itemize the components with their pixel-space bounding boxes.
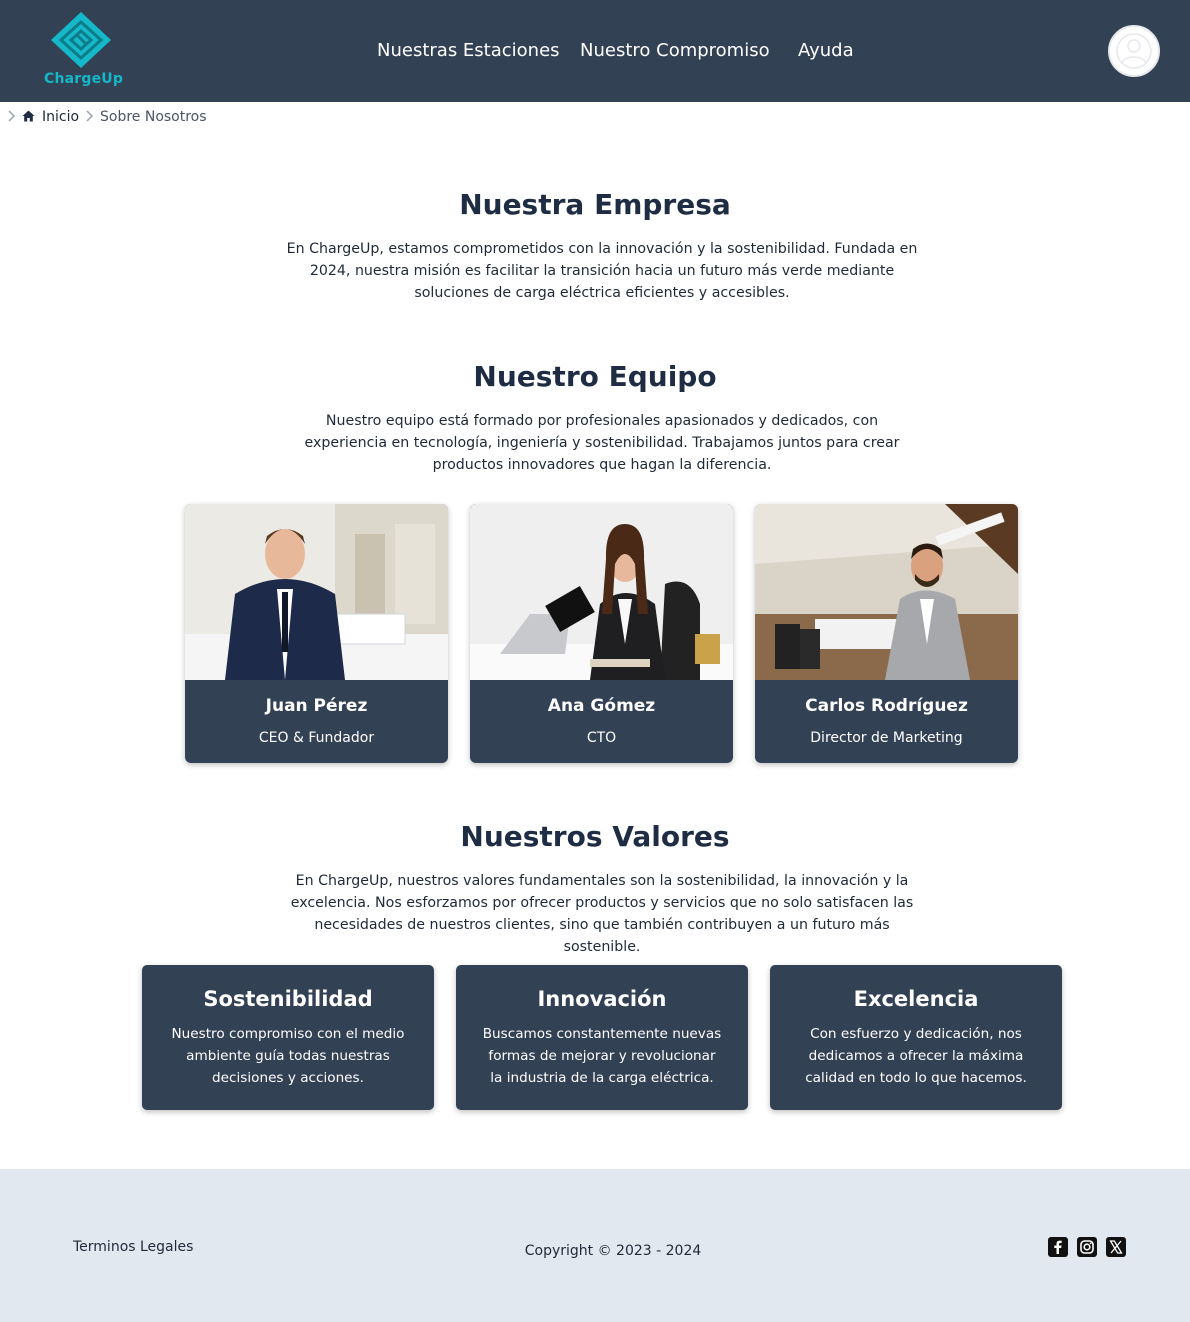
chevron-right-icon xyxy=(86,110,94,122)
value-card-excelencia: Excelencia Con esfuerzo y dedicación, no… xyxy=(770,965,1062,1110)
x-icon[interactable] xyxy=(1106,1237,1126,1257)
brand-name: ChargeUp xyxy=(44,71,124,87)
facebook-icon[interactable] xyxy=(1048,1237,1068,1257)
user-avatar-button[interactable] xyxy=(1108,25,1160,77)
home-icon[interactable] xyxy=(22,110,35,122)
team-card-juan: Juan Pérez CEO & Fundador xyxy=(185,504,448,763)
chargeup-logo-icon xyxy=(51,12,111,68)
value-text: Nuestro compromiso con el medio ambiente… xyxy=(171,1026,405,1086)
breadcrumb-current: Sobre Nosotros xyxy=(100,109,207,125)
value-title: Innovación xyxy=(537,987,667,1011)
team-text: Nuestro equipo está formado por profesio… xyxy=(304,413,900,473)
team-member-role: Director de Marketing xyxy=(810,730,963,746)
breadcrumb-home-link[interactable]: Inicio xyxy=(42,109,79,125)
team-card-ana: Ana Gómez CTO xyxy=(470,504,733,763)
user-icon xyxy=(1116,33,1152,69)
team-title: Nuestro Equipo xyxy=(473,360,717,393)
team-card-carlos: Carlos Rodríguez Director de Marketing xyxy=(755,504,1018,763)
team-member-role: CTO xyxy=(586,730,617,746)
company-text: En ChargeUp, estamos comprometidos con l… xyxy=(286,241,918,301)
team-photo-ana xyxy=(470,504,733,680)
team-photo-juan xyxy=(185,504,448,680)
company-title: Nuestra Empresa xyxy=(459,188,731,221)
nav-item-estaciones[interactable]: Nuestras Estaciones xyxy=(377,40,560,61)
instagram-icon[interactable] xyxy=(1077,1237,1097,1257)
team-member-name: Carlos Rodríguez xyxy=(805,696,968,716)
value-title: Excelencia xyxy=(853,987,979,1011)
nav-item-ayuda[interactable]: Ayuda xyxy=(798,40,854,61)
footer: Terminos Legales Copyright © 2023 - 2024 xyxy=(0,1169,1190,1322)
nav-item-compromiso[interactable]: Nuestro Compromiso xyxy=(580,40,770,61)
value-text: Buscamos constantemente nuevas formas de… xyxy=(482,1026,722,1086)
value-card-sostenibilidad: Sostenibilidad Nuestro compromiso con el… xyxy=(142,965,434,1110)
team-member-name: Juan Pérez xyxy=(265,696,368,716)
team-member-role: CEO & Fundador xyxy=(258,730,375,746)
top-navigation-bar: ChargeUp Nuestras Estaciones Nuestro Com… xyxy=(0,0,1190,102)
value-title: Sostenibilidad xyxy=(203,987,373,1011)
values-title: Nuestros Valores xyxy=(460,820,730,853)
values-text: En ChargeUp, nuestros valores fundamenta… xyxy=(290,873,914,955)
value-card-innovacion: Innovación Buscamos constantemente nueva… xyxy=(456,965,748,1110)
copyright-text: Copyright © 2023 - 2024 xyxy=(524,1243,702,1259)
chevron-right-icon xyxy=(8,110,16,122)
team-photo-carlos xyxy=(755,504,1018,680)
chargeup-logo[interactable]: ChargeUp xyxy=(44,10,124,90)
value-text: Con esfuerzo y dedicación, nos dedicamos… xyxy=(805,1026,1027,1086)
team-member-name: Ana Gómez xyxy=(547,696,656,716)
